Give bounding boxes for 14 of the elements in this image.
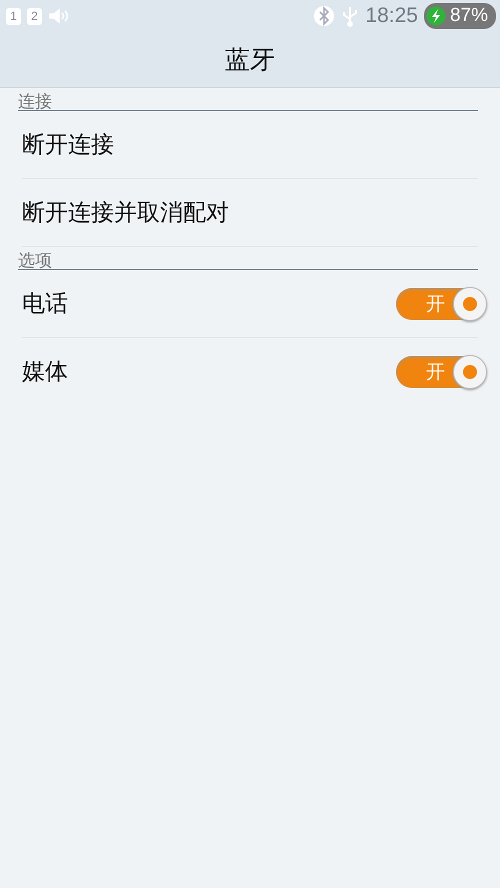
section-header: 选项: [18, 247, 478, 270]
sim-card-icon: 2: [27, 8, 42, 24]
sim-card-icon: 1: [6, 8, 21, 24]
battery-percent: 87%: [450, 5, 488, 27]
setting-label: 电话: [22, 290, 68, 319]
section-header: 连接: [18, 88, 478, 111]
status-time: 18:25: [365, 4, 418, 28]
menu-item[interactable]: 断开连接并取消配对: [22, 197, 229, 228]
setting-label: 媒体: [22, 358, 68, 387]
menu-item[interactable]: 断开连接: [22, 129, 114, 160]
speaker-icon: [48, 8, 70, 24]
bluetooth-icon: [313, 5, 336, 27]
usb-icon: [341, 5, 360, 27]
screen-title: 蓝牙: [225, 44, 275, 76]
